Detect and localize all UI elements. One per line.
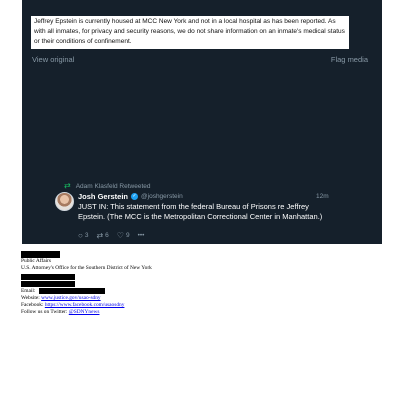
retweet-icon: ⇄: [64, 181, 71, 190]
bop-statement: Jeffrey Epstein is currently housed at M…: [31, 16, 349, 49]
footer-email-line: Email:: [21, 288, 35, 294]
footer-office: U.S. Attorney's Office for the Southern …: [21, 265, 152, 271]
website-label: Website:: [21, 295, 40, 301]
redaction-title: [21, 274, 75, 280]
footer-dept: Public Affairs: [21, 258, 51, 264]
redaction-email: [39, 288, 105, 294]
retweeted-by-label: Adam Klasfeld Retweeted: [75, 182, 151, 190]
twitter-label: Follow us on Twitter:: [21, 309, 68, 315]
more-button[interactable]: •••: [138, 232, 145, 239]
heart-icon: ♡: [116, 231, 124, 240]
retweet-button[interactable]: ⇄ 6: [96, 231, 108, 240]
like-count: 9: [125, 232, 130, 239]
tweet-header: Josh Gerstein ✓ @joshgerstein: [78, 192, 328, 201]
more-icon: •••: [137, 232, 145, 239]
flag-media-link[interactable]: Flag media: [331, 55, 368, 64]
author-handle[interactable]: @joshgerstein: [141, 193, 183, 200]
reply-icon: ○: [78, 231, 83, 240]
website-link[interactable]: www.justice.gov/usao-sdny: [41, 295, 101, 301]
verified-badge-icon: ✓: [131, 193, 139, 200]
reply-button[interactable]: ○ 3: [78, 231, 88, 240]
retweet-context: ⇄ Adam Klasfeld Retweeted: [64, 182, 151, 190]
redaction-name: [21, 251, 60, 258]
facebook-link[interactable]: https://www.facebook.com/usaosdny: [45, 302, 125, 308]
tweet-text: JUST IN: This statement from the federal…: [78, 202, 323, 221]
view-original-link[interactable]: View original: [32, 55, 74, 64]
footer-twitter-line: Follow us on Twitter: @SDNYnews: [21, 309, 100, 315]
tweet-actions: ○ 3 ⇄ 6 ♡ 9 •••: [78, 231, 144, 240]
footer-website-line: Website: www.justice.gov/usao-sdny: [21, 295, 101, 301]
twitter-link[interactable]: @SDNYnews: [69, 309, 100, 315]
author-name[interactable]: Josh Gerstein: [78, 192, 128, 201]
footer-facebook-line: Facebook: https://www.facebook.com/usaos…: [21, 302, 124, 308]
redaction-phone: [21, 281, 75, 287]
like-button[interactable]: ♡ 9: [117, 231, 130, 240]
facebook-label: Facebook:: [21, 302, 44, 308]
retweet-icon: ⇄: [96, 231, 104, 240]
avatar[interactable]: [55, 192, 74, 211]
tweet-timestamp[interactable]: 12m: [316, 193, 329, 200]
retweet-count: 6: [105, 232, 109, 239]
reply-count: 3: [84, 232, 89, 239]
email-label: Email:: [21, 288, 36, 294]
